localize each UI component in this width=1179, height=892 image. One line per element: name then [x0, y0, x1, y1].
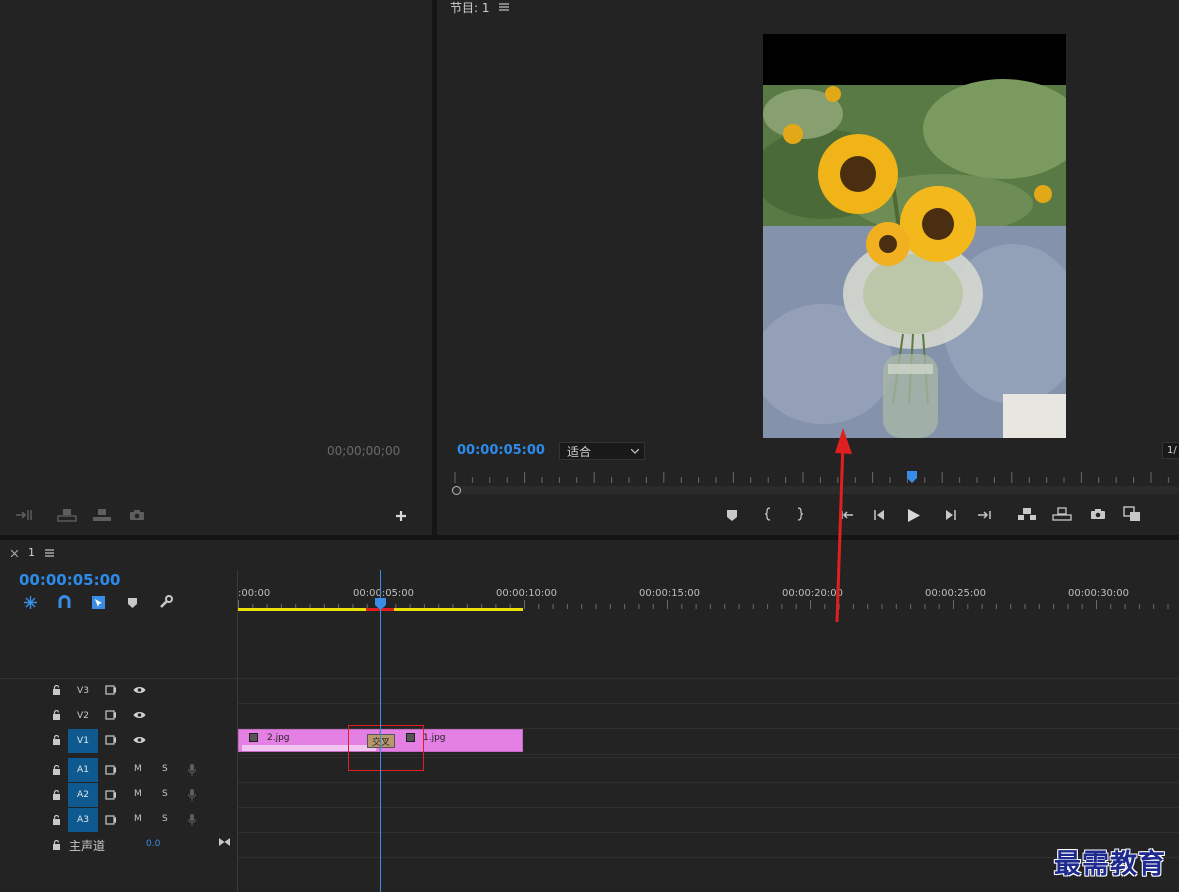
track-header-v2: V2 — [0, 704, 238, 728]
source-timecode: 00;00;00;00 — [327, 444, 401, 458]
clip-fx-icon — [249, 733, 258, 742]
add-marker-icon[interactable] — [125, 595, 139, 611]
lock-icon[interactable] — [50, 734, 62, 746]
export-frame-icon[interactable] — [1089, 506, 1107, 522]
page-fraction-text: 1/ — [1167, 445, 1177, 456]
eye-icon[interactable] — [131, 709, 147, 721]
ruler-label-2: 00:00:10:00 — [496, 588, 558, 599]
program-timecode[interactable]: 00:00:05:00 — [457, 443, 545, 458]
lock-icon[interactable] — [50, 839, 62, 851]
go-to-out-icon[interactable] — [975, 507, 993, 523]
ruler-label-0: :00:00 — [238, 588, 271, 599]
timeline-menu-icon[interactable] — [43, 547, 55, 559]
wrench-icon[interactable] — [157, 594, 175, 610]
eye-icon[interactable] — [131, 734, 147, 746]
program-ruler[interactable] — [451, 469, 1179, 485]
sunflower-image-icon — [763, 34, 1066, 438]
lock-icon[interactable] — [50, 814, 62, 826]
timeline-panel: 1 00:00:05:00 :00:00 00:00:05:00 00:00:1… — [0, 540, 1179, 892]
fit-dropdown[interactable]: 适合 — [559, 442, 645, 460]
program-scrollbar[interactable] — [451, 486, 1179, 494]
program-panel-title: 节目: 1 — [450, 1, 490, 15]
add-button-icon[interactable] — [393, 508, 409, 524]
solo-button[interactable]: S — [162, 789, 168, 799]
microphone-icon[interactable] — [186, 788, 198, 802]
jump-bowtie-icon[interactable] — [217, 837, 231, 847]
watermark-text: 最需教育 — [1054, 849, 1166, 880]
microphone-icon[interactable] — [186, 763, 198, 777]
mark-in-icon[interactable] — [762, 505, 774, 523]
lift-button-icon[interactable] — [1016, 506, 1038, 522]
clip-name: 2.jpg — [267, 733, 290, 743]
lock-icon[interactable] — [50, 764, 62, 776]
ruler-label-6: 00:00:30:00 — [1068, 588, 1130, 599]
program-monitor-panel: 节目: 1 00:00:05:00 适合 1/ — [437, 0, 1179, 535]
track-label-a1[interactable]: A1 — [68, 758, 98, 782]
track-label-a2[interactable]: A2 — [68, 783, 98, 807]
mute-button[interactable]: M — [134, 789, 142, 799]
overwrite-icon[interactable] — [56, 506, 78, 524]
marker-icon[interactable] — [725, 507, 739, 523]
annotation-arrow-icon — [835, 428, 852, 623]
annotation-red-box — [348, 725, 424, 771]
close-tab-icon[interactable] — [9, 548, 19, 558]
mute-button[interactable]: M — [134, 764, 142, 774]
ruler-label-5: 00:00:25:00 — [925, 588, 987, 599]
ruler-label-3: 00:00:15:00 — [639, 588, 701, 599]
track-header-v1: V1 — [0, 729, 238, 753]
chevron-down-icon — [630, 446, 640, 456]
panel-divider[interactable] — [432, 0, 437, 535]
extract-button-icon[interactable] — [1051, 506, 1073, 522]
timeline-timecode[interactable]: 00:00:05:00 — [19, 571, 121, 589]
program-playhead-icon[interactable] — [906, 470, 918, 484]
fit-dropdown-label: 适合 — [567, 444, 592, 459]
track-header-v3: V3 — [0, 679, 238, 703]
camera-icon[interactable] — [128, 506, 146, 524]
source-monitor-panel: 00;00;00;00 — [0, 0, 432, 535]
nest-sequence-icon[interactable] — [21, 594, 39, 610]
solo-button[interactable]: S — [162, 764, 168, 774]
scrollbar-handle-icon[interactable] — [452, 486, 461, 495]
track-header-master: 主声道 0.0 — [0, 833, 238, 857]
lock-icon[interactable] — [50, 684, 62, 696]
linked-selection-icon[interactable] — [89, 594, 107, 610]
insert-icon[interactable] — [14, 506, 34, 524]
track-label-v2[interactable]: V2 — [68, 704, 98, 728]
step-forward-icon[interactable] — [942, 507, 958, 523]
track-label-a3[interactable]: A3 — [68, 808, 98, 832]
track-header-a3: A3 M S — [0, 808, 238, 832]
track-label-v1[interactable]: V1 — [68, 729, 98, 753]
panel-menu-icon[interactable] — [497, 0, 511, 14]
sync-lock-icon[interactable] — [104, 764, 118, 776]
play-icon[interactable] — [906, 506, 922, 524]
sync-lock-icon[interactable] — [104, 814, 118, 826]
lift-icon[interactable] — [91, 506, 113, 524]
master-track-label: 主声道 — [69, 839, 106, 853]
track-header-a1: A1 M S — [0, 758, 238, 782]
program-video-frame — [763, 34, 1066, 438]
lock-icon[interactable] — [50, 789, 62, 801]
mark-out-icon[interactable] — [794, 505, 806, 523]
lock-icon[interactable] — [50, 709, 62, 721]
clip-name: 1.jpg — [423, 733, 446, 743]
solo-button[interactable]: S — [162, 814, 168, 824]
timeline-playhead-icon[interactable] — [374, 597, 387, 611]
sync-lock-icon[interactable] — [104, 709, 118, 721]
step-back-icon[interactable] — [872, 507, 888, 523]
timeline-playhead-line[interactable] — [380, 570, 381, 892]
timeline-tab-label[interactable]: 1 — [28, 546, 35, 559]
sync-lock-icon[interactable] — [104, 684, 118, 696]
sync-lock-icon[interactable] — [104, 789, 118, 801]
comparison-view-icon[interactable] — [1121, 505, 1143, 523]
sync-lock-icon[interactable] — [104, 734, 118, 746]
eye-icon[interactable] — [131, 684, 147, 696]
page-fraction-box[interactable]: 1/ — [1162, 442, 1179, 459]
track-label-v3[interactable]: V3 — [68, 679, 98, 703]
mute-button[interactable]: M — [134, 814, 142, 824]
microphone-icon[interactable] — [186, 813, 198, 827]
track-header-a2: A2 M S — [0, 783, 238, 807]
master-volume-value[interactable]: 0.0 — [146, 839, 160, 849]
snap-magnet-icon[interactable] — [55, 594, 73, 610]
